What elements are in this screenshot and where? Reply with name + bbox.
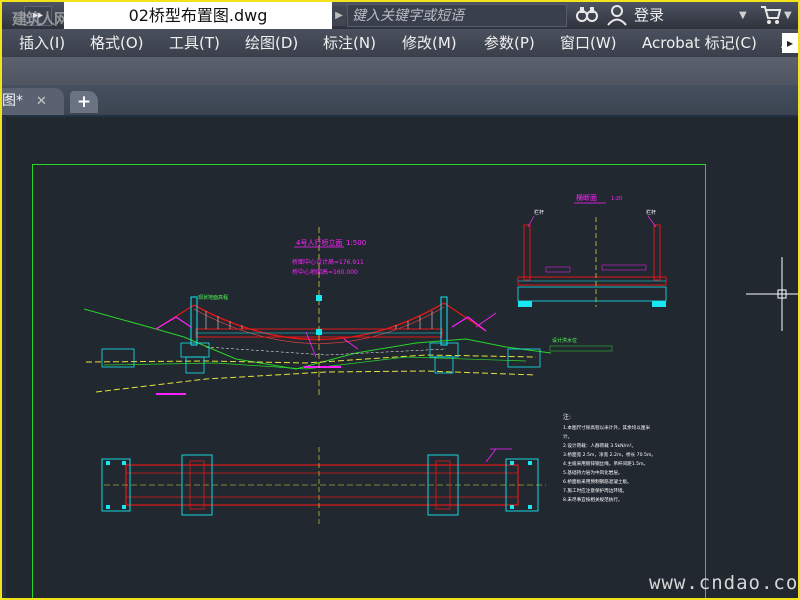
- cad-drawing: 4号人行桥立面 1:500 桥面中心设计高=176.911 桥中心地面高=160…: [83, 193, 798, 527]
- site-watermark: www.cndao.com: [649, 572, 798, 594]
- ground-note: 现状地面高程: [198, 294, 228, 301]
- notes-line: 计。: [563, 433, 572, 440]
- menu-draw[interactable]: 绘图(D): [245, 29, 298, 57]
- elevation-note-2: 桥中心地面高=160.000: [292, 268, 358, 276]
- menu-dimension[interactable]: 标注(N): [323, 29, 376, 57]
- play-arrow-icon[interactable]: ▶: [332, 6, 346, 26]
- ribbon-panel: [2, 57, 798, 85]
- search-input[interactable]: 键入关键字或短语: [347, 4, 567, 27]
- notes-line: 1.本图尺寸除高程以米计外，其余均以厘米: [563, 424, 650, 431]
- plan-scale: 1:500: [346, 239, 366, 247]
- notes-line: 2.设计荷载：人群荷载 3.5kN/m²。: [563, 442, 636, 449]
- notes-line: 7.施工时应注意保护周边环境。: [563, 487, 627, 494]
- crosshair-cursor-icon: [746, 257, 798, 331]
- chevron-down-icon[interactable]: ▼: [784, 4, 792, 27]
- water-note: 设计洪水位: [552, 337, 577, 344]
- menu-tools[interactable]: 工具(T): [169, 29, 220, 57]
- notes-line: 6.桥面板采用预制钢筋混凝土板。: [563, 478, 632, 485]
- autocad-window: ▸▸ 建筑人网 02桥型布置图.dwg ▶ 键入关键字或短语 登录 ▼ ▼ 插入…: [2, 2, 798, 598]
- svg-text:栏杆: 栏杆: [646, 209, 656, 216]
- notes-line: 5.基础持力层为中风化岩层。: [563, 469, 623, 476]
- file-tabs-bar: [2, 85, 798, 115]
- menu-insert[interactable]: 插入(I): [19, 29, 65, 57]
- user-icon[interactable]: [606, 4, 628, 26]
- menu-modify[interactable]: 修改(M): [402, 29, 457, 57]
- login-link[interactable]: 登录: [634, 4, 664, 27]
- section-title: 横断面: [576, 193, 597, 202]
- logo-watermark: 建筑人网: [12, 10, 69, 28]
- section-scale: 1:20: [611, 196, 622, 202]
- elevation-note-1: 桥面中心设计高=176.911: [292, 258, 364, 266]
- close-icon[interactable]: ✕: [36, 88, 47, 115]
- menu-parameters[interactable]: 参数(P): [484, 29, 535, 57]
- chevron-down-icon[interactable]: ▼: [739, 4, 747, 27]
- menu-bar: 插入(I) 格式(O) 工具(T) 绘图(D) 标注(N) 修改(M) 参数(P…: [2, 29, 798, 57]
- binoculars-icon[interactable]: [576, 5, 598, 27]
- menu-format[interactable]: 格式(O): [90, 29, 144, 57]
- drawing-tab[interactable]: 图* ✕: [2, 88, 64, 115]
- document-title: 02桥型布置图.dwg: [64, 2, 332, 29]
- notes-line: 4.主缆采用镀锌钢丝绳，吊杆间距1.5m。: [563, 460, 648, 467]
- svg-text:栏杆: 栏杆: [534, 209, 544, 216]
- plan-title: 4号人行桥立面: [296, 238, 342, 247]
- notes-line: 8.未尽事宜按相关规范执行。: [563, 496, 623, 503]
- notes-line: 3.桥面宽 2.5m，净宽 2.2m，桥长 70.5m。: [563, 451, 656, 458]
- notes-heading: 注:: [563, 413, 571, 421]
- menu-scroll-right-icon[interactable]: ▸: [782, 33, 798, 53]
- drawing-canvas[interactable]: 4号人行桥立面 1:500 桥面中心设计高=176.911 桥中心地面高=160…: [6, 117, 798, 598]
- menu-window[interactable]: 窗口(W): [560, 29, 617, 57]
- cart-icon[interactable]: [760, 5, 782, 25]
- menu-acrobat[interactable]: Acrobat 标记(C): [642, 29, 757, 57]
- title-bar: ▸▸ 建筑人网 02桥型布置图.dwg ▶ 键入关键字或短语 登录 ▼ ▼: [2, 2, 798, 29]
- new-tab-button[interactable]: +: [70, 91, 98, 113]
- drawing-tab-label: 图*: [2, 93, 23, 109]
